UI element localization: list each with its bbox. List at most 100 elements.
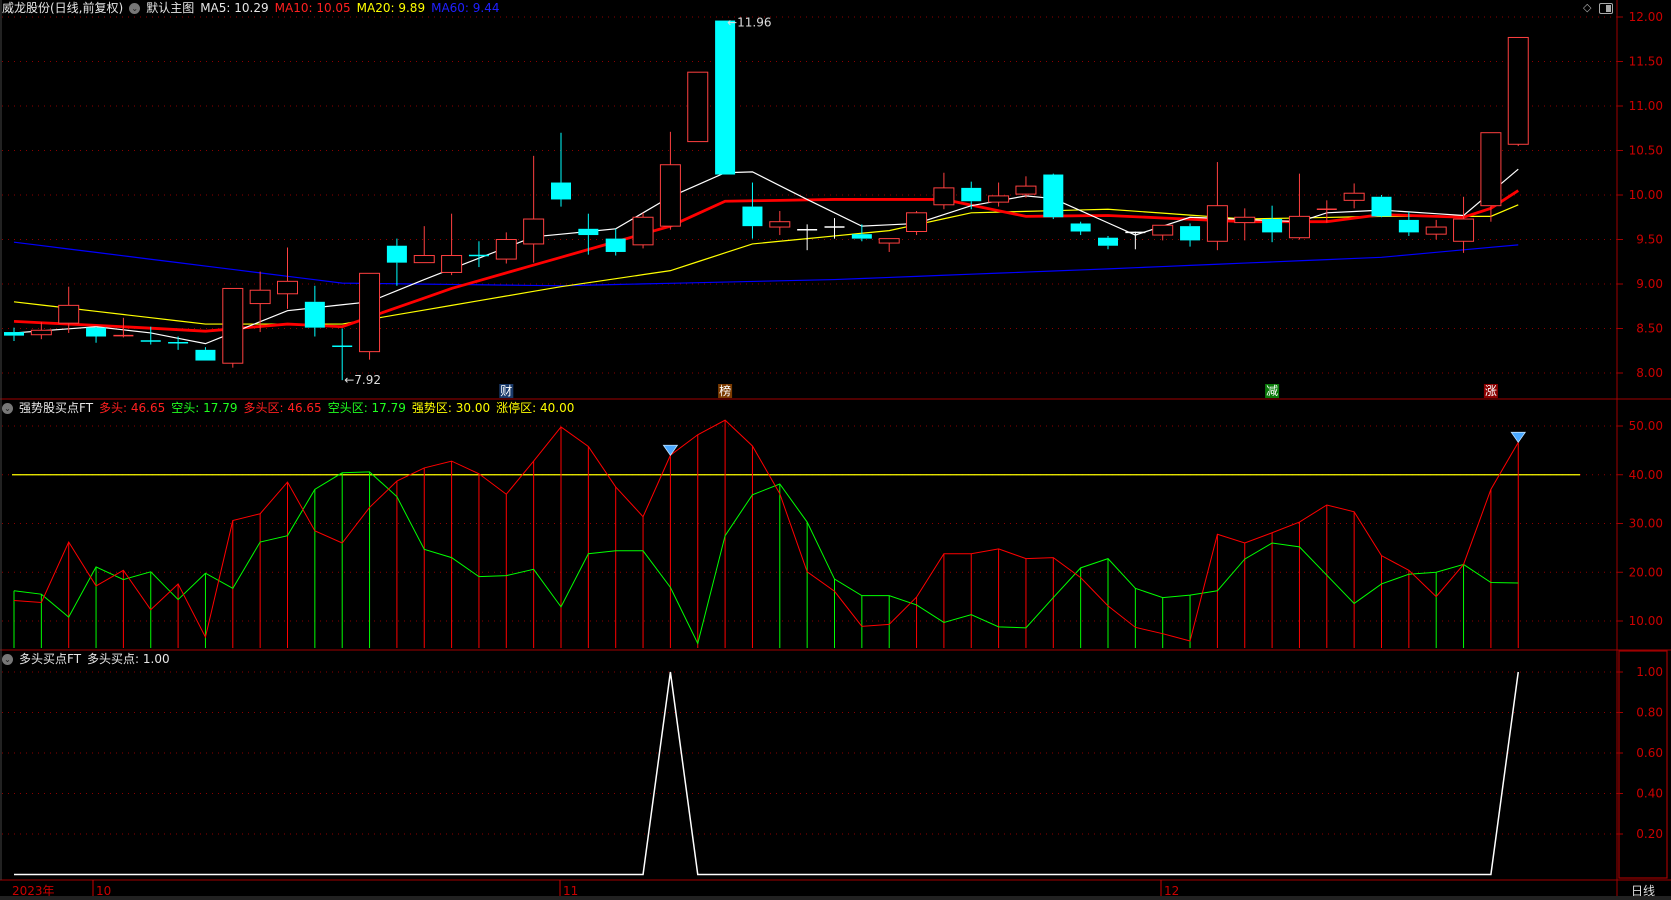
candle-down [4, 332, 24, 336]
chevron-down-icon[interactable]: ⌄ [2, 402, 13, 414]
bear-line [13, 471, 1519, 645]
price-axis-tick-label: 10.50 [1629, 144, 1663, 158]
candle-up [878, 238, 900, 244]
candle-down [1070, 223, 1091, 232]
candle-up [1425, 226, 1447, 235]
price-axis-tick-label: 10.00 [1629, 188, 1663, 202]
candle-up [659, 164, 681, 227]
price-extreme-label: ←11.96 [727, 16, 771, 30]
candle-down [1043, 174, 1064, 218]
candle-up [277, 280, 298, 295]
candle-down [578, 228, 599, 236]
diamond-signal-icon [662, 444, 679, 456]
candle-up [413, 255, 435, 264]
candle-up [1234, 216, 1256, 224]
event-marker: 减 [1266, 384, 1278, 398]
indicator1-axis-tick-label: 40.00 [1629, 468, 1663, 482]
indicator2-axis-tick-label: 0.40 [1636, 787, 1663, 801]
candle-down [86, 327, 107, 337]
indicator2-header: ⌄ 多头买点FT 多头买点: 1.00 [2, 651, 170, 667]
candle-down [1262, 219, 1283, 233]
indicator2-axis-tick-label: 1.00 [1636, 665, 1663, 679]
candle-up [906, 212, 928, 232]
candle-down [1180, 226, 1201, 241]
candle-up [495, 239, 517, 260]
candle-up [441, 255, 463, 273]
candle-up [58, 304, 80, 324]
candle-down [715, 20, 736, 175]
price-axis-tick-label: 8.00 [1636, 366, 1663, 380]
horizontal-scrollbar[interactable] [0, 896, 1671, 900]
strong-zone-value: 强势区: 30.00 [411, 401, 491, 415]
diamond-icon[interactable]: ◇ [1583, 1, 1591, 14]
candle-up [988, 195, 1010, 203]
indicator2-axis-tick-label: 0.20 [1636, 827, 1663, 841]
candle-down [304, 301, 325, 328]
candle-up [933, 187, 955, 206]
buy-point-line [14, 671, 1519, 876]
candle-down [961, 187, 982, 202]
ma10-value: MA10: 10.05 [274, 1, 351, 15]
indicator1-axis-tick-label: 20.00 [1629, 565, 1663, 579]
price-extreme-label: ←7.92 [344, 373, 381, 387]
candle-up [687, 71, 709, 143]
candle-up [523, 218, 545, 245]
candle-down [195, 349, 216, 361]
candle-up [1015, 185, 1037, 195]
panel-toggle-icon[interactable] [1599, 3, 1614, 14]
candle-up [222, 287, 244, 364]
event-marker: 财 [500, 384, 512, 398]
candle-down [1371, 196, 1392, 217]
diamond-signal-icon [1510, 431, 1527, 444]
candle-up [1480, 132, 1502, 207]
indicator1-axis-tick-label: 50.00 [1629, 419, 1663, 433]
stock-title[interactable]: 威龙股份(日线,前复权) [2, 0, 123, 16]
candle-up [1152, 224, 1174, 236]
candle-down [386, 245, 407, 263]
candle-up [1288, 215, 1310, 239]
ma60-line [13, 241, 1519, 287]
candle-up [1343, 192, 1365, 201]
chevron-down-icon[interactable]: ⌄ [2, 653, 13, 665]
bear-zone-value: 空头区: 17.79 [327, 401, 406, 415]
indicator2-axis-box [1618, 650, 1668, 879]
bull-line [13, 419, 1519, 642]
bull-zone-value: 多头区: 46.65 [243, 401, 322, 415]
price-axis-tick-label: 9.50 [1636, 233, 1663, 247]
event-marker: 榜 [719, 383, 731, 398]
buy-point-value: 多头买点: 1.00 [87, 652, 170, 666]
indicator2-name[interactable]: 多头买点FT [19, 651, 81, 667]
candle-up [769, 221, 791, 228]
main-chart-header: 威龙股份(日线,前复权) ⌄ 默认主图 MA5: 10.29 MA10: 10.… [2, 0, 500, 16]
indicator1-axis-tick-label: 10.00 [1629, 614, 1663, 628]
ma20-value: MA20: 9.89 [356, 1, 426, 15]
ma60-value: MA60: 9.44 [431, 1, 500, 15]
price-axis-tick-label: 11.00 [1629, 99, 1663, 113]
price-axis-tick-label: 11.50 [1629, 55, 1663, 69]
candle-up [359, 272, 381, 353]
bull-value: 多头: 46.65 [99, 401, 166, 415]
indicator1-axis-tick-label: 30.00 [1629, 517, 1663, 531]
limit-zone-value: 涨停区: 40.00 [496, 401, 575, 415]
event-marker: 涨 [1485, 383, 1497, 398]
candle-up [1453, 218, 1475, 242]
chart-controls: ◇ [1583, 1, 1614, 14]
candle-down [551, 182, 571, 200]
chevron-down-icon[interactable]: ⌄ [129, 2, 141, 14]
candle-down [742, 206, 763, 227]
candle-down [851, 234, 872, 239]
indicator1-header: ⌄ 强势股买点FT 多头: 46.65 空头: 17.79 多头区: 46.65… [2, 400, 574, 416]
candle-up [1206, 205, 1228, 242]
main-chart-label[interactable]: 默认主图 [146, 0, 194, 16]
candle-down [1098, 237, 1118, 246]
price-axis-tick-label: 8.50 [1636, 322, 1663, 336]
bear-value: 空头: 17.79 [171, 401, 238, 415]
candle-up [632, 216, 654, 246]
indicator2-axis-tick-label: 0.60 [1636, 746, 1663, 760]
candle-up [1507, 36, 1529, 145]
candle-up [30, 329, 52, 336]
candle-down [1398, 219, 1419, 233]
price-axis-tick-label: 9.00 [1636, 277, 1663, 291]
indicator1-name[interactable]: 强势股买点FT [19, 400, 93, 416]
stock-chart-canvas[interactable]: 12.00 11.50 11.00 10.50 10.00 9.50 9.00 8.50 8.0… [0, 0, 1671, 900]
